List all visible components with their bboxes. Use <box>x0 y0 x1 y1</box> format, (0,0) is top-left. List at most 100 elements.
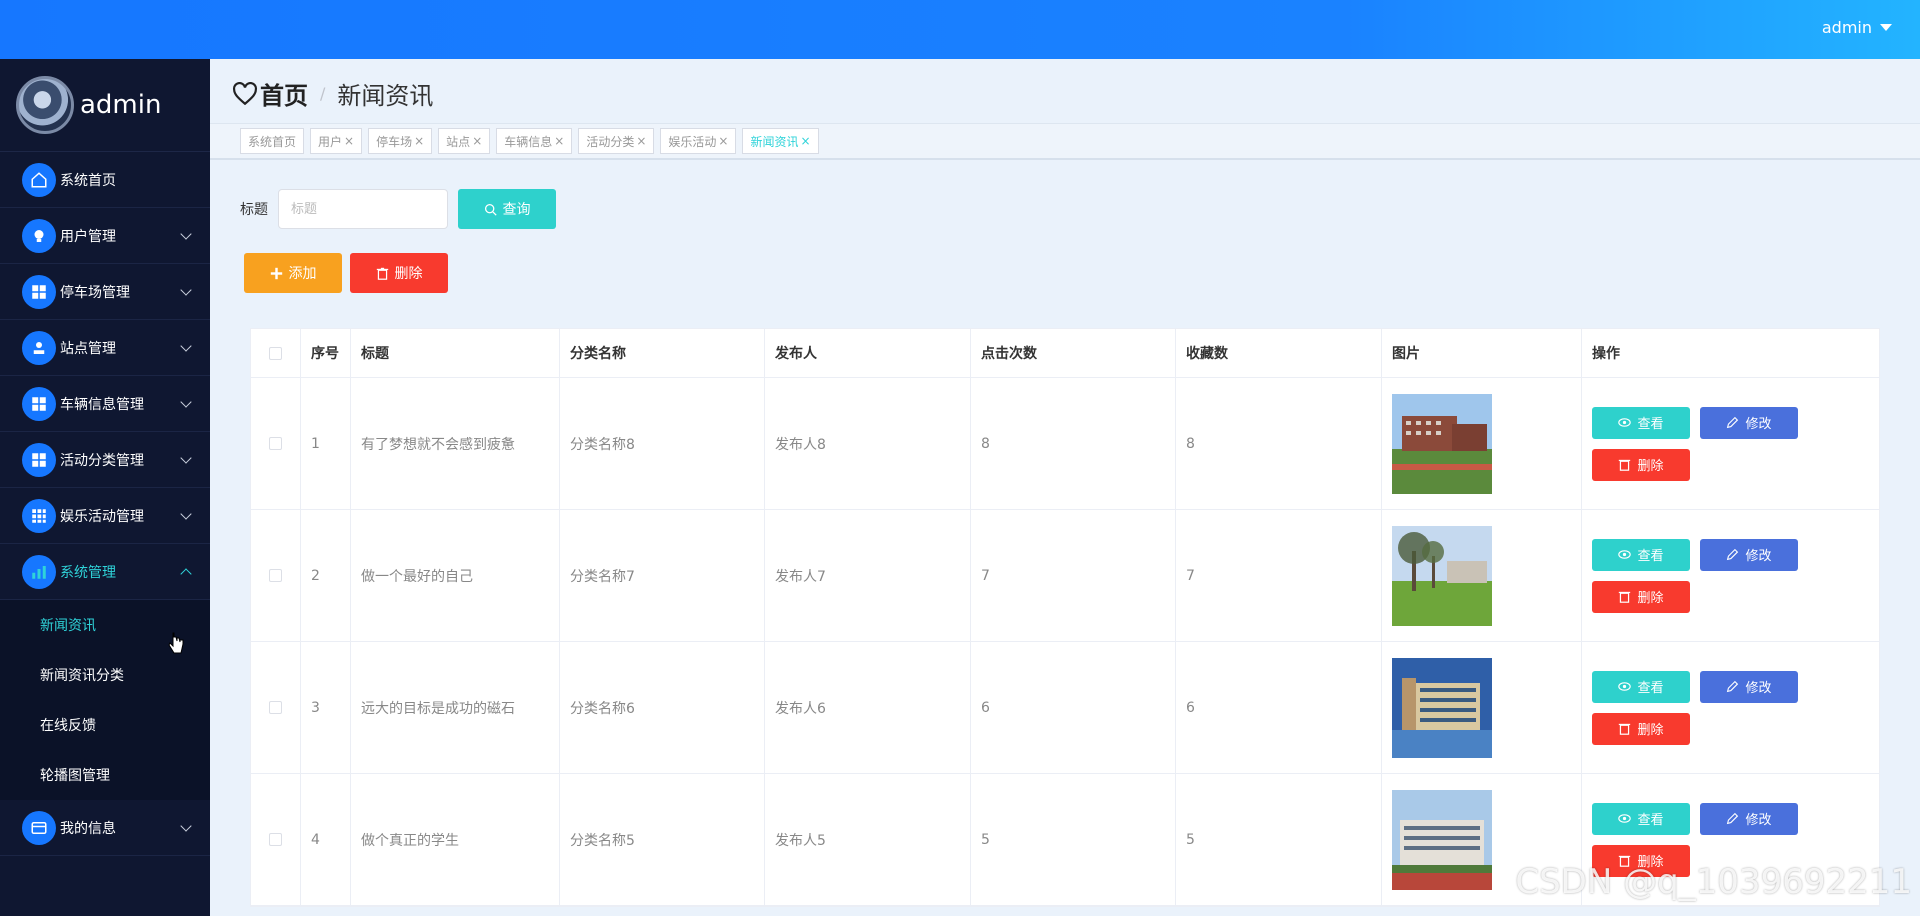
sidebar-item-entertainment[interactable]: 娱乐活动管理 <box>0 488 210 544</box>
view-button[interactable]: 查看 <box>1592 802 1690 835</box>
edit-icon <box>1727 680 1739 693</box>
breadcrumb-home[interactable]: 首页 <box>232 76 308 111</box>
close-icon[interactable]: × <box>344 134 354 148</box>
cell-title: 有了梦想就不会感到疲惫 <box>351 378 560 509</box>
sidebar-item-home[interactable]: 系统首页 <box>0 152 210 208</box>
tag-label: 站点 <box>446 134 471 149</box>
tag-vehicles[interactable]: 车辆信息 × <box>496 128 573 154</box>
add-button-label: 添加 <box>288 266 317 282</box>
grid-icon <box>22 442 56 477</box>
cell-actions: 查看 修改 删除 <box>1582 378 1879 509</box>
sidebar-item-my-info[interactable]: 我的信息 <box>0 800 210 856</box>
table-row: 2 做一个最好的自己 分类名称7 发布人7 7 7 查看 修改 删除 <box>251 510 1879 642</box>
cell-favorites: 8 <box>1176 378 1382 509</box>
select-all-checkbox[interactable] <box>269 346 282 360</box>
delete-row-button[interactable]: 删除 <box>1592 448 1690 481</box>
view-button[interactable]: 查看 <box>1592 538 1690 571</box>
user-menu-label: admin <box>1821 18 1872 37</box>
sidebar-item-label: 站点管理 <box>60 340 116 357</box>
cell-title: 做一个最好的自己 <box>351 510 560 641</box>
sidebar-subitem-news-category[interactable]: 新闻资讯分类 <box>0 650 210 700</box>
header-cell: 收藏数 <box>1176 329 1382 377</box>
sidebar-subitem-feedback[interactable]: 在线反馈 <box>0 700 210 750</box>
edit-icon <box>1727 548 1739 561</box>
cell-category: 分类名称5 <box>560 774 765 905</box>
caret-down-icon <box>1880 24 1892 31</box>
heart-icon <box>233 81 257 105</box>
sidebar-item-system[interactable]: 系统管理 <box>0 544 210 600</box>
bulb-icon <box>22 218 56 253</box>
sidebar-item-label: 系统管理 <box>60 564 116 581</box>
cell-publisher: 发布人5 <box>765 774 971 905</box>
delete-row-button[interactable]: 删除 <box>1592 580 1690 613</box>
close-icon[interactable]: × <box>414 134 424 148</box>
user-menu[interactable]: admin <box>1822 18 1892 37</box>
chevron-down-icon <box>180 228 192 240</box>
header-cell: 操作 <box>1592 346 1620 362</box>
title-search-input[interactable] <box>278 189 448 229</box>
tag-label: 停车场 <box>376 134 413 149</box>
sidebar-subitem-carousel[interactable]: 轮播图管理 <box>0 750 210 800</box>
eye-icon <box>1618 418 1632 427</box>
chevron-down-icon <box>180 340 192 352</box>
edit-button[interactable]: 修改 <box>1700 670 1798 703</box>
chevron-down-icon <box>180 508 192 520</box>
view-button[interactable]: 查看 <box>1592 406 1690 439</box>
view-button[interactable]: 查看 <box>1592 670 1690 703</box>
home-icon <box>22 162 56 197</box>
tag-home[interactable]: 系统首页 <box>240 128 305 154</box>
edit-button[interactable]: 修改 <box>1700 802 1798 835</box>
sidebar-item-users[interactable]: 用户管理 <box>0 208 210 264</box>
close-icon[interactable]: × <box>718 134 728 148</box>
campus-building-thumbnail[interactable] <box>1392 393 1492 494</box>
cell-category: 分类名称6 <box>560 642 765 773</box>
cell-actions: 查看 修改 删除 <box>1582 510 1879 641</box>
campus-trees-thumbnail[interactable] <box>1392 525 1492 626</box>
table-row: 1 有了梦想就不会感到疲惫 分类名称8 发布人8 8 8 查看 修改 删除 <box>251 378 1879 510</box>
eye-icon <box>1618 550 1632 559</box>
table-header-row: 序号 标题 分类名称 发布人 点击次数 收藏数 图片 操作 <box>251 329 1879 378</box>
campus-track-thumbnail[interactable] <box>1392 789 1492 890</box>
cell-publisher: 发布人7 <box>765 510 971 641</box>
cell-category: 分类名称8 <box>560 378 765 509</box>
sidebar-item-label: 娱乐活动管理 <box>60 508 144 525</box>
tag-activity-category[interactable]: 活动分类 × <box>578 128 655 154</box>
delete-button-label: 删除 <box>394 266 423 282</box>
campus-building-thumbnail[interactable] <box>1392 657 1492 758</box>
sidebar-item-label: 车辆信息管理 <box>60 396 144 413</box>
search-label: 标题 <box>240 202 268 218</box>
sidebar-item-label: 我的信息 <box>60 820 116 837</box>
edit-button[interactable]: 修改 <box>1700 538 1798 571</box>
tag-stations[interactable]: 站点 × <box>438 128 491 154</box>
row-checkbox[interactable] <box>269 701 282 714</box>
sidebar-item-parking[interactable]: 停车场管理 <box>0 264 210 320</box>
delete-row-button[interactable]: 删除 <box>1592 712 1690 745</box>
tag-label: 系统首页 <box>248 134 297 149</box>
close-icon[interactable]: × <box>472 134 482 148</box>
header-cell-select <box>251 329 301 377</box>
row-select-cell <box>251 774 301 905</box>
close-icon[interactable]: × <box>801 134 811 148</box>
edit-button[interactable]: 修改 <box>1700 406 1798 439</box>
add-button[interactable]: 添加 <box>244 253 342 293</box>
sidebar-item-label: 停车场管理 <box>60 284 130 301</box>
row-checkbox[interactable] <box>269 437 282 450</box>
sidebar-item-activity-category[interactable]: 活动分类管理 <box>0 432 210 488</box>
tag-parking[interactable]: 停车场 × <box>368 128 433 154</box>
row-select-cell <box>251 510 301 641</box>
sidebar-item-vehicles[interactable]: 车辆信息管理 <box>0 376 210 432</box>
row-checkbox[interactable] <box>269 569 282 582</box>
sidebar-item-label: 系统首页 <box>60 172 116 189</box>
tag-label: 娱乐活动 <box>668 134 717 149</box>
query-button[interactable]: 查询 <box>458 189 556 229</box>
tag-users[interactable]: 用户 × <box>310 128 363 154</box>
row-checkbox[interactable] <box>269 833 282 846</box>
batch-delete-button[interactable]: 删除 <box>350 253 448 293</box>
tag-news[interactable]: 新闻资讯 × <box>742 128 819 154</box>
sidebar-item-stations[interactable]: 站点管理 <box>0 320 210 376</box>
eye-icon <box>1618 814 1632 823</box>
close-icon[interactable]: × <box>636 134 646 148</box>
close-icon[interactable]: × <box>554 134 564 148</box>
cell-clicks: 5 <box>971 774 1176 905</box>
tag-entertainment[interactable]: 娱乐活动 × <box>660 128 737 154</box>
